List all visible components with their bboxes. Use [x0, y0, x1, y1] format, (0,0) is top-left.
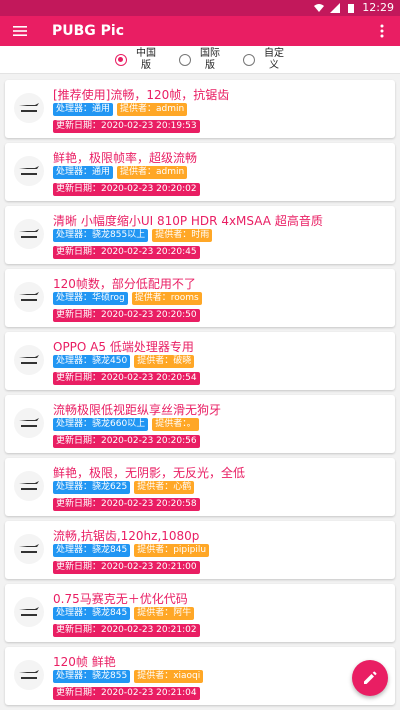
date-tag: 更新日期：2020-02-23 20:20:45 — [53, 246, 200, 259]
status-bar: 12:29 — [0, 0, 400, 16]
plane-icon — [14, 471, 44, 501]
plane-icon — [14, 597, 44, 627]
radio-international[interactable] — [179, 53, 191, 66]
list-item[interactable]: 120帧 鲜艳 处理器：骁龙855 提供者：xiaoqi 更新日期：2020-02… — [5, 647, 395, 705]
plane-icon — [14, 408, 44, 438]
provider-tag: 提供者：pipipilu — [134, 544, 210, 557]
processor-tag: 处理器：骁龙845 — [53, 607, 131, 620]
list-item[interactable]: [推荐使用]流畅，120帧，抗锯齿 处理器：通用 提供者：admin 更新日期：2… — [5, 80, 395, 138]
processor-tag: 处理器：骁龙855 — [53, 670, 131, 683]
list-item[interactable]: OPPO A5 低端处理器专用 处理器：骁龙450 提供者：破晓 更新日期：202… — [5, 332, 395, 390]
plane-icon — [14, 660, 44, 690]
tab-china[interactable]: 中国版 — [115, 48, 157, 72]
date-tag: 更新日期：2020-02-23 20:20:50 — [53, 309, 200, 322]
signal-icon — [330, 2, 341, 13]
list-item[interactable]: 流畅,抗锯齿,120hz,1080p 处理器：骁龙845 提供者：pipipilu… — [5, 521, 395, 579]
provider-tag: 提供者：。 — [152, 418, 199, 431]
list-item[interactable]: 流畅极限低视距纵享丝滑无狗牙 处理器：骁龙660以上 提供者：。 更新日期：202… — [5, 395, 395, 453]
tab-custom[interactable]: 自定义 — [243, 48, 285, 72]
processor-tag: 处理器：通用 — [53, 166, 114, 179]
date-tag: 更新日期：2020-02-23 20:20:54 — [53, 372, 200, 385]
provider-tag: 提供者：心鹤 — [134, 481, 195, 494]
tab-international[interactable]: 国际版 — [179, 48, 221, 72]
provider-tag: 提供者：rooms — [131, 292, 202, 305]
item-title: 流畅,抗锯齿,120hz,1080p — [53, 529, 200, 543]
edit-fab-button[interactable] — [352, 660, 388, 696]
processor-tag: 处理器：骁龙625 — [53, 481, 131, 494]
item-title: [推荐使用]流畅，120帧，抗锯齿 — [53, 88, 230, 102]
date-tag: 更新日期：2020-02-23 20:20:58 — [53, 498, 200, 511]
list-item[interactable]: 0.75马赛克无＋优化代码 处理器：骁龙845 提供者：阿牛 更新日期：2020-… — [5, 584, 395, 642]
date-tag: 更新日期：2020-02-23 20:19:53 — [53, 120, 200, 133]
date-tag: 更新日期：2020-02-23 20:20:02 — [53, 183, 200, 196]
plane-icon — [14, 534, 44, 564]
app-bar: PUBG Pic — [0, 16, 400, 46]
item-title: 鲜艳，极限帧率，超级流畅 — [53, 151, 198, 165]
app-title: PUBG Pic — [52, 23, 125, 39]
date-tag: 更新日期：2020-02-23 20:20:56 — [53, 435, 200, 448]
processor-tag: 处理器：骁龙845 — [53, 544, 131, 557]
plane-icon — [14, 156, 44, 186]
list-item[interactable]: 120帧数，部分低配用不了 处理器：华硕rog 提供者：rooms 更新日期：20… — [5, 269, 395, 327]
provider-tag: 提供者：admin — [117, 103, 188, 116]
provider-tag: 提供者：阿牛 — [134, 607, 195, 620]
region-tabs: 中国版 国际版 自定义 — [0, 46, 400, 74]
list-item[interactable]: 鲜艳，极限，无阴影，无反光，全低 处理器：骁龙625 提供者：心鹤 更新日期：20… — [5, 458, 395, 516]
status-icons: 12:29 — [314, 1, 394, 14]
item-title: 流畅极限低视距纵享丝滑无狗牙 — [53, 403, 222, 417]
tab-label: 中国版 — [136, 47, 156, 71]
provider-tag: 提供者：admin — [117, 166, 188, 179]
radio-china[interactable] — [115, 53, 127, 66]
date-tag: 更新日期：2020-02-23 20:21:04 — [53, 687, 200, 700]
menu-icon — [13, 26, 27, 36]
more-button[interactable] — [372, 16, 392, 46]
date-tag: 更新日期：2020-02-23 20:21:02 — [53, 624, 200, 637]
more-vert-icon — [380, 24, 384, 38]
provider-tag: 提供者：时雨 — [152, 229, 213, 242]
tab-label: 自定义 — [264, 47, 284, 71]
plane-icon — [14, 93, 44, 123]
list-item[interactable]: 清晰 小幅度缩小UI 810P HDR 4xMSAA 超高音质 处理器：骁龙85… — [5, 206, 395, 264]
processor-tag: 处理器：骁龙855以上 — [53, 229, 149, 242]
tab-label: 国际版 — [200, 47, 220, 71]
item-title: 120帧 鲜艳 — [53, 655, 116, 669]
provider-tag: 提供者：破晓 — [134, 355, 195, 368]
processor-tag: 处理器：华硕rog — [53, 292, 128, 305]
battery-icon — [348, 3, 355, 13]
edit-icon — [364, 671, 377, 684]
status-time: 12:29 — [362, 1, 394, 14]
processor-tag: 处理器：骁龙450 — [53, 355, 131, 368]
menu-button[interactable] — [0, 16, 40, 46]
list-item[interactable]: 鲜艳，极限帧率，超级流畅 处理器：通用 提供者：admin 更新日期：2020-0… — [5, 143, 395, 201]
plane-icon — [14, 282, 44, 312]
wifi-icon — [314, 3, 325, 12]
provider-tag: 提供者：xiaoqi — [134, 670, 204, 683]
plane-icon — [14, 345, 44, 375]
processor-tag: 处理器：通用 — [53, 103, 114, 116]
item-title: 0.75马赛克无＋优化代码 — [53, 592, 188, 606]
date-tag: 更新日期：2020-02-23 20:21:00 — [53, 561, 200, 574]
processor-tag: 处理器：骁龙660以上 — [53, 418, 149, 431]
plane-icon — [14, 219, 44, 249]
item-title: 鲜艳，极限，无阴影，无反光，全低 — [53, 466, 246, 480]
radio-custom[interactable] — [243, 53, 255, 66]
item-title: 120帧数，部分低配用不了 — [53, 277, 196, 291]
item-title: 清晰 小幅度缩小UI 810P HDR 4xMSAA 超高音质 — [53, 214, 323, 228]
item-title: OPPO A5 低端处理器专用 — [53, 340, 194, 354]
